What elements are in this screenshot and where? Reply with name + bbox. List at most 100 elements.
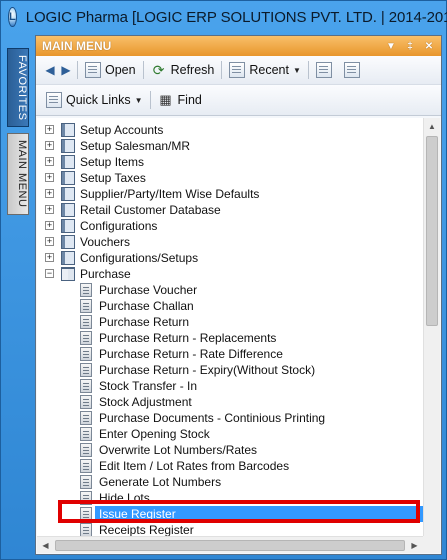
- expand-icon[interactable]: +: [45, 205, 54, 214]
- tree-item-label: Purchase Return - Replacements: [99, 331, 277, 345]
- scroll-left-icon[interactable]: ◀: [37, 537, 54, 554]
- tree-folder-item[interactable]: + Setup Items: [37, 154, 423, 170]
- refresh-button[interactable]: ⟳ Refresh: [147, 59, 219, 81]
- expand-icon[interactable]: +: [45, 173, 54, 182]
- vertical-scrollbar[interactable]: ▲: [423, 118, 440, 536]
- document-icon: [80, 299, 92, 313]
- back-arrow-icon[interactable]: ◀: [42, 62, 58, 78]
- find-label: Find: [177, 93, 202, 107]
- side-tab-strip: FAVORITES MAIN MENU: [7, 48, 29, 215]
- horizontal-scrollbar[interactable]: ◀ ▶: [37, 536, 423, 553]
- tree-leaf-item[interactable]: Purchase Return: [37, 314, 423, 330]
- toolbar-separator: [221, 61, 223, 79]
- tree-item-label: Supplier/Party/Item Wise Defaults: [80, 187, 260, 201]
- tree-leaf-item[interactable]: Issue Register: [37, 506, 423, 522]
- tree-item-label: Enter Opening Stock: [99, 427, 210, 441]
- tree-leaf-item[interactable]: Receipts Register: [37, 522, 423, 536]
- collapse-icon[interactable]: −: [45, 269, 54, 278]
- secondary-toolbar: Quick Links ▼ ▦ Find: [36, 85, 441, 116]
- document-icon: [80, 283, 92, 297]
- tree-folder-item[interactable]: − Purchase: [37, 266, 423, 282]
- main-menu-panel: MAIN MENU ▼ ‡ ✕ ◀ ▶ Open ⟳ Refresh Recen…: [35, 35, 442, 555]
- tree-item-label: Receipts Register: [99, 523, 194, 536]
- expand-icon[interactable]: +: [45, 237, 54, 246]
- tree-item-label: Generate Lot Numbers: [99, 475, 222, 489]
- tree-item-label: Purchase Return: [99, 315, 190, 329]
- tree-leaf-item[interactable]: Generate Lot Numbers: [37, 474, 423, 490]
- app-logo-icon[interactable]: L: [8, 7, 17, 27]
- tree-item-label: Edit Item / Lot Rates from Barcodes: [99, 459, 290, 473]
- scroll-right-icon[interactable]: ▶: [406, 537, 423, 554]
- tree-folder-item[interactable]: + Setup Salesman/MR: [37, 138, 423, 154]
- tree-list: + Setup Accounts + Setup Salesman/MR + Setup …: [37, 122, 423, 536]
- quick-links-dropdown-button[interactable]: Quick Links ▼: [42, 89, 147, 111]
- tree-folder-item[interactable]: + Retail Customer Database: [37, 202, 423, 218]
- tree-leaf-item[interactable]: Hide Lots: [37, 490, 423, 506]
- tree-leaf-item[interactable]: Purchase Return - Rate Difference: [37, 346, 423, 362]
- window-title: LOGIC Pharma [LOGIC ERP SOLUTIONS PVT. L…: [25, 8, 447, 26]
- menu-tree[interactable]: + Setup Accounts + Setup Salesman/MR + Setup …: [37, 118, 423, 536]
- forward-arrow-icon[interactable]: ▶: [58, 62, 74, 78]
- add-favorite-button[interactable]: [312, 59, 340, 81]
- tree-folder-item[interactable]: + Setup Accounts: [37, 122, 423, 138]
- book-icon: [61, 171, 75, 185]
- title-bar[interactable]: L LOGIC Pharma [LOGIC ERP SOLUTIONS PVT.…: [1, 1, 447, 33]
- expand-icon[interactable]: +: [45, 189, 54, 198]
- panel-header: MAIN MENU ▼ ‡ ✕: [36, 36, 441, 56]
- chevron-down-icon[interactable]: ▼: [384, 39, 398, 53]
- book-icon: [61, 251, 75, 265]
- document-icon: [80, 363, 92, 377]
- tree-leaf-item[interactable]: Enter Opening Stock: [37, 426, 423, 442]
- document-icon: [80, 347, 92, 361]
- tree-leaf-item[interactable]: Purchase Voucher: [37, 282, 423, 298]
- book-icon: [61, 139, 75, 153]
- tree-folder-item[interactable]: + Vouchers: [37, 234, 423, 250]
- tree-folder-item[interactable]: + Setup Taxes: [37, 170, 423, 186]
- open-label: Open: [105, 63, 136, 77]
- tree-folder-item[interactable]: + Supplier/Party/Item Wise Defaults: [37, 186, 423, 202]
- tree-leaf-item[interactable]: Stock Adjustment: [37, 394, 423, 410]
- horizontal-scroll-thumb[interactable]: [55, 540, 405, 551]
- close-icon[interactable]: ✕: [422, 39, 436, 53]
- document-icon: [80, 475, 92, 489]
- tree-item-label: Purchase Return - Rate Difference: [99, 347, 283, 361]
- book-icon: [61, 155, 75, 169]
- app-window: L LOGIC Pharma [LOGIC ERP SOLUTIONS PVT.…: [0, 0, 447, 560]
- tree-leaf-item[interactable]: Purchase Return - Replacements: [37, 330, 423, 346]
- recent-dropdown-button[interactable]: Recent ▼: [225, 59, 305, 81]
- scroll-up-icon[interactable]: ▲: [424, 118, 440, 135]
- binoculars-icon: ▦: [159, 92, 172, 107]
- tree-leaf-item[interactable]: Stock Transfer - In: [37, 378, 423, 394]
- expand-icon[interactable]: +: [45, 253, 54, 262]
- remove-favorite-button[interactable]: [340, 59, 368, 81]
- document-icon: [80, 459, 92, 473]
- open-book-icon: [61, 267, 75, 281]
- book-icon: [61, 235, 75, 249]
- main-toolbar: ◀ ▶ Open ⟳ Refresh Recent ▼: [36, 56, 441, 85]
- document-icon: [80, 395, 92, 409]
- scroll-corner: [423, 536, 440, 553]
- expand-icon[interactable]: +: [45, 141, 54, 150]
- find-button[interactable]: ▦ Find: [154, 89, 206, 111]
- tab-main-menu[interactable]: MAIN MENU: [7, 133, 29, 215]
- tab-favorites[interactable]: FAVORITES: [7, 48, 29, 128]
- document-icon: [80, 523, 92, 536]
- tree-leaf-item[interactable]: Purchase Challan: [37, 298, 423, 314]
- expand-icon[interactable]: +: [45, 221, 54, 230]
- expand-icon[interactable]: +: [45, 157, 54, 166]
- expand-icon[interactable]: +: [45, 125, 54, 134]
- tree-leaf-item[interactable]: Overwrite Lot Numbers/Rates: [37, 442, 423, 458]
- document-icon: [80, 315, 92, 329]
- tree-leaf-item[interactable]: Purchase Documents - Continious Printing: [37, 410, 423, 426]
- open-button[interactable]: Open: [81, 59, 140, 81]
- panel-title: MAIN MENU: [42, 39, 112, 53]
- tree-folder-item[interactable]: + Configurations: [37, 218, 423, 234]
- tree-leaf-item[interactable]: Edit Item / Lot Rates from Barcodes: [37, 458, 423, 474]
- vertical-scroll-thumb[interactable]: [426, 136, 438, 326]
- quick-links-label: Quick Links: [66, 93, 131, 107]
- tree-leaf-item[interactable]: Purchase Return - Expiry(Without Stock): [37, 362, 423, 378]
- refresh-label: Refresh: [170, 63, 215, 77]
- tree-folder-item[interactable]: + Configurations/Setups: [37, 250, 423, 266]
- document-icon: [80, 331, 92, 345]
- pin-icon[interactable]: ‡: [403, 39, 417, 53]
